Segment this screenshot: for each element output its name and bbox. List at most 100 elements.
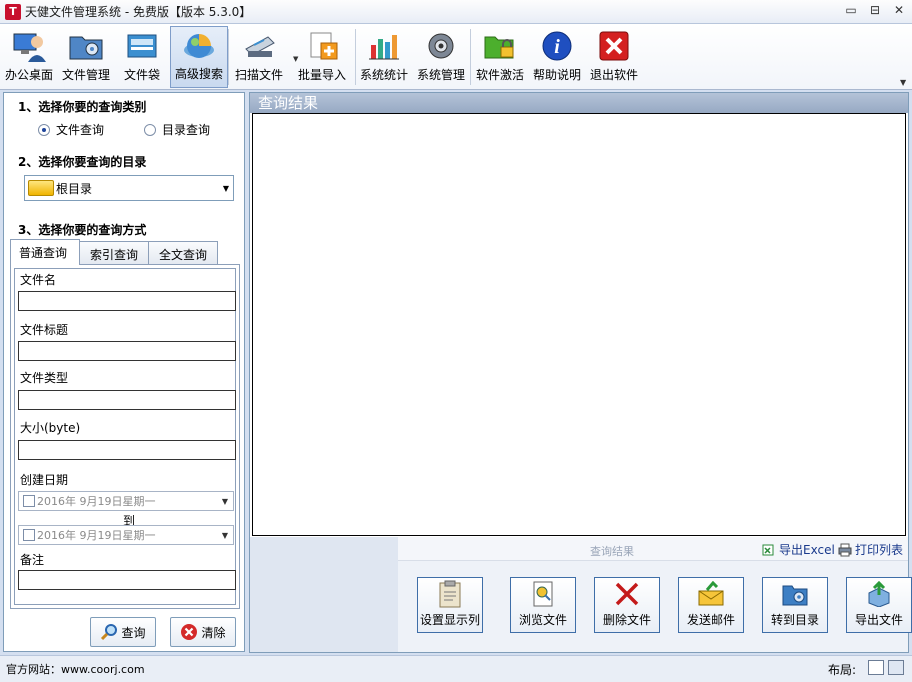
layout-detail-icon[interactable] [888, 660, 904, 675]
batch-import-label: 批量导入 [297, 68, 346, 82]
query-panel: 1、选择你要的查询类别 文件查询 目录查询 2、选择你要查询的目录 根目录 ▼ … [3, 92, 245, 652]
exit-x-icon [595, 29, 633, 63]
scan-file-label: 扫描文件 [234, 68, 283, 82]
layout-list-icon[interactable] [868, 660, 884, 675]
batch-import-button[interactable]: 批量导入 [289, 26, 355, 88]
send-mail-button[interactable]: 发送邮件 [678, 577, 744, 633]
chevron-down-icon: ▼ [221, 531, 228, 540]
size-input[interactable] [18, 440, 236, 460]
exit-label: 退出软件 [589, 68, 638, 82]
radio-dir-query[interactable]: 目录查询 [144, 121, 210, 138]
export-file-label: 导出文件 [854, 613, 903, 627]
exit-button[interactable]: 退出软件 [585, 26, 643, 88]
file-manage-button[interactable]: 文件管理 [58, 26, 114, 88]
results-grid[interactable] [252, 113, 906, 536]
scanner-icon [240, 29, 278, 63]
window-title: 天健文件管理系统 - 免费版【版本 5.3.0】 [25, 5, 252, 19]
help-label: 帮助说明 [532, 68, 581, 82]
query-button[interactable]: 查询 [90, 617, 156, 647]
goto-dir-button[interactable]: 转到目录 [762, 577, 828, 633]
advanced-search-button[interactable]: 高级搜索 [170, 26, 228, 88]
remark-label: 备注 [20, 553, 45, 567]
print-list-link[interactable]: 打印列表 [838, 541, 903, 558]
browse-file-button[interactable]: 浏览文件 [510, 577, 576, 633]
office-desktop-button[interactable]: 办公桌面 [0, 26, 58, 88]
bottom-left-area [250, 537, 398, 652]
file-type-input[interactable] [18, 390, 236, 410]
activate-label: 软件激活 [475, 68, 524, 82]
delete-file-label: 删除文件 [602, 613, 651, 627]
app-logo-icon: T [5, 3, 21, 20]
results-subheader: 查询结果 导出Excel 打印列表 [398, 537, 908, 561]
pie-chart-search-icon [180, 28, 218, 62]
directory-select[interactable]: 根目录 ▼ [24, 175, 234, 201]
remark-input[interactable] [18, 570, 236, 590]
file-title-input[interactable] [18, 341, 236, 361]
set-columns-button[interactable]: 设置显示列 [417, 577, 483, 633]
file-manage-label: 文件管理 [61, 68, 110, 82]
radio-selected-icon [38, 123, 50, 136]
export-excel-link[interactable]: 导出Excel [762, 541, 835, 558]
date-from-checkbox[interactable] [23, 495, 35, 507]
user-computer-icon [10, 29, 48, 63]
radio-dir-label: 目录查询 [162, 123, 211, 137]
website-text: 官方网站：www.coorj.com [6, 663, 145, 676]
batch-import-icon [303, 29, 341, 63]
system-manage-label: 系统管理 [416, 68, 465, 82]
scan-dropdown-arrow-icon[interactable]: ▼ [293, 55, 298, 63]
results-panel: 查询结果 查询结果 导出Excel 打印列表 设置显示列 浏览文件 删除文件 发… [249, 92, 912, 653]
normal-query-panel: 文件名 文件标题 文件类型 大小(byte) 创建日期 2016年 9月19日星… [10, 264, 240, 609]
file-type-label: 文件类型 [20, 371, 69, 385]
export-box-icon [864, 580, 894, 608]
file-bag-button[interactable]: 文件袋 [114, 26, 170, 88]
activate-button[interactable]: 软件激活 [471, 26, 529, 88]
file-title-label: 文件标题 [20, 323, 69, 337]
file-bag-icon [123, 29, 161, 63]
browse-document-icon [528, 580, 558, 608]
step2-title: 2、选择你要查询的目录 [18, 155, 147, 169]
scan-file-button[interactable]: 扫描文件 [229, 26, 289, 88]
svg-text:i: i [554, 36, 560, 58]
print-list-label: 打印列表 [855, 543, 904, 557]
status-bar: 官方网站：www.coorj.com 布局: [0, 655, 912, 682]
restore-button[interactable]: ⊟ [868, 3, 882, 17]
tab-normal-query[interactable]: 普通查询 [10, 239, 80, 265]
gear-icon [422, 29, 460, 63]
title-bar: T 天健文件管理系统 - 免费版【版本 5.3.0】 ▭ ⊟ ✕ [0, 0, 912, 24]
clear-button[interactable]: 清除 [170, 617, 236, 647]
chevron-down-icon: ▼ [222, 184, 229, 193]
magnifier-icon [101, 624, 118, 641]
clear-button-label: 清除 [201, 625, 226, 640]
date-to-value: 2016年 9月19日星期一 [37, 529, 156, 542]
date-to-checkbox[interactable] [23, 529, 35, 541]
folder-lock-icon [481, 29, 519, 63]
bar-chart-icon [365, 29, 403, 63]
radio-file-label: 文件查询 [56, 123, 105, 137]
size-label: 大小(byte) [20, 421, 81, 435]
tab-fulltext-query[interactable]: 全文查询 [148, 241, 218, 265]
results-header: 查询结果 [250, 93, 908, 113]
tab-index-query[interactable]: 索引查询 [79, 241, 149, 265]
file-name-input[interactable] [18, 291, 236, 311]
main-toolbar: 办公桌面 文件管理 文件袋 高级搜索 扫描文件 批量导入 系统统计 系统管理 软… [0, 24, 912, 90]
query-button-label: 查询 [121, 625, 146, 640]
system-stats-label: 系统统计 [359, 68, 408, 82]
system-stats-button[interactable]: 系统统计 [356, 26, 412, 88]
folder-icon [28, 180, 54, 196]
export-file-button[interactable]: 导出文件 [846, 577, 912, 633]
send-mail-label: 发送邮件 [686, 613, 735, 627]
radio-file-query[interactable]: 文件查询 [38, 121, 104, 138]
toolbar-chevron-icon[interactable]: ▼ [900, 78, 910, 88]
minimize-button[interactable]: ▭ [844, 3, 858, 17]
date-from-picker[interactable]: 2016年 9月19日星期一 ▼ [18, 491, 234, 511]
excel-icon [762, 544, 774, 555]
date-to-picker[interactable]: 2016年 9月19日星期一 ▼ [18, 525, 234, 545]
goto-dir-label: 转到目录 [770, 613, 819, 627]
delete-file-button[interactable]: 删除文件 [594, 577, 660, 633]
help-button[interactable]: i 帮助说明 [529, 26, 585, 88]
directory-value: 根目录 [56, 181, 93, 196]
close-button[interactable]: ✕ [892, 3, 906, 17]
system-manage-button[interactable]: 系统管理 [412, 26, 470, 88]
folder-gear-icon [67, 29, 105, 63]
office-desktop-label: 办公桌面 [4, 68, 53, 82]
